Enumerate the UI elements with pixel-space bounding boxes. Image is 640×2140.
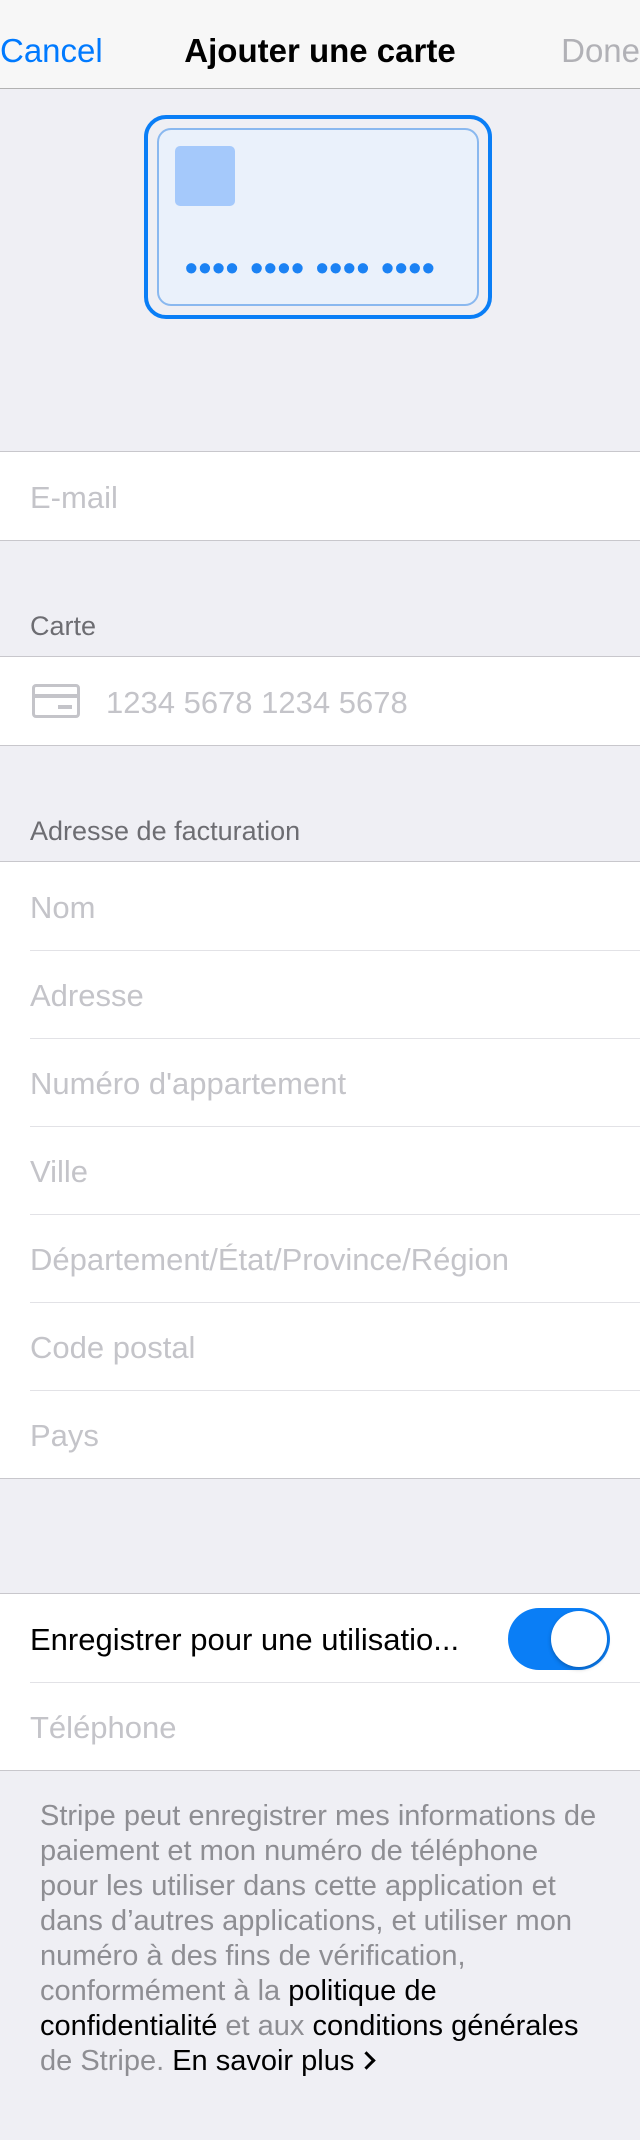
city-placeholder: Ville [30, 1154, 89, 1189]
postal-code-field[interactable]: Code postal [0, 1302, 640, 1390]
card-preview: •••• •••• •••• •••• [144, 115, 492, 319]
country-field[interactable]: Pays [0, 1390, 640, 1478]
name-placeholder: Nom [30, 890, 96, 925]
apartment-field[interactable]: Numéro d'appartement [0, 1038, 640, 1126]
address-field[interactable]: Adresse [0, 950, 640, 1038]
save-for-later-toggle[interactable] [508, 1608, 610, 1670]
country-placeholder: Pays [30, 1418, 99, 1453]
page-title: Ajouter une carte [184, 32, 456, 69]
card-chip-icon [175, 146, 235, 206]
billing-group: Nom Adresse Numéro d'appartement Ville D… [0, 861, 640, 1479]
navigation-bar: Cancel Ajouter une carte Done [0, 0, 640, 89]
region-field[interactable]: Département/État/Province/Région [0, 1214, 640, 1302]
region-placeholder: Département/État/Province/Région [30, 1242, 510, 1277]
toggle-knob [551, 1611, 607, 1667]
apartment-placeholder: Numéro d'appartement [30, 1066, 347, 1101]
phone-field[interactable]: Téléphone [0, 1682, 640, 1770]
terms-link[interactable]: conditions générales [312, 2010, 578, 2042]
card-preview-inner: •••• •••• •••• •••• [157, 128, 479, 306]
card-section-header: Carte [0, 541, 640, 656]
save-for-later-row: Enregistrer pour une utilisatio... [0, 1594, 640, 1682]
footer-text-3: de Stripe. [40, 2045, 173, 2077]
email-field[interactable]: E-mail [0, 452, 640, 540]
footer-text-2: et aux [217, 2010, 313, 2042]
address-placeholder: Adresse [30, 978, 144, 1013]
email-group: E-mail [0, 451, 640, 541]
card-section-label: Carte [30, 611, 97, 641]
phone-placeholder: Téléphone [30, 1710, 177, 1745]
chevron-right-icon [357, 2051, 377, 2070]
learn-more-label: En savoir plus [172, 2045, 355, 2077]
learn-more-link[interactable]: En savoir plus [172, 2045, 377, 2077]
save-for-later-label: Enregistrer pour une utilisatio... [30, 1622, 460, 1657]
save-group: Enregistrer pour une utilisatio... Télép… [0, 1593, 640, 1771]
email-placeholder: E-mail [30, 480, 118, 515]
card-preview-area: •••• •••• •••• •••• [0, 89, 640, 451]
city-field[interactable]: Ville [0, 1126, 640, 1214]
card-number-placeholder: 1234 5678 1234 5678 [106, 685, 408, 720]
postal-code-placeholder: Code postal [30, 1330, 196, 1365]
credit-card-icon [32, 684, 80, 718]
billing-section-label: Adresse de facturation [30, 816, 301, 846]
card-group: 1234 5678 1234 5678 [0, 656, 640, 746]
card-number-dots: •••• •••• •••• •••• [185, 247, 436, 288]
name-field[interactable]: Nom [0, 862, 640, 950]
legal-footer: Stripe peut enregistrer mes informations… [0, 1771, 640, 2079]
billing-section-header: Adresse de facturation [0, 746, 640, 861]
card-number-field[interactable]: 1234 5678 1234 5678 [0, 657, 640, 745]
done-button[interactable]: Done [561, 32, 640, 70]
